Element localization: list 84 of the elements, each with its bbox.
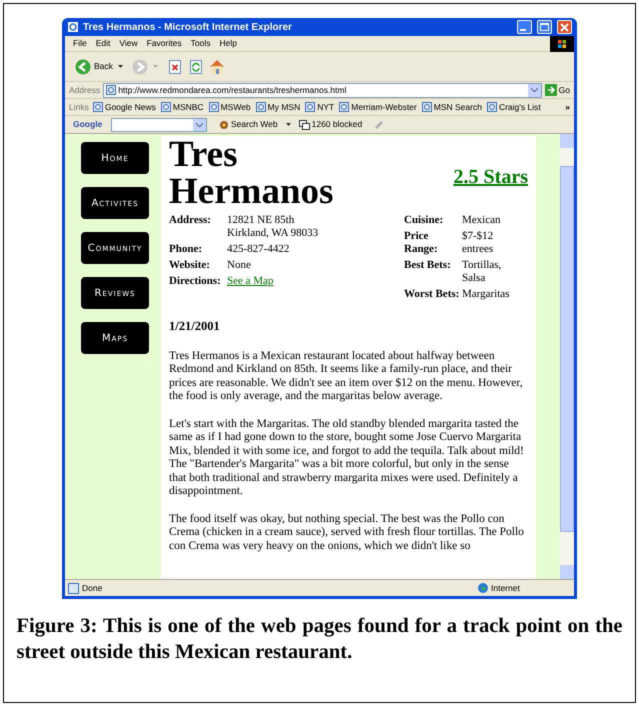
rating-link[interactable]: 2.5 Stars — [454, 162, 528, 192]
detail-value: 425-827-4422 — [227, 243, 290, 255]
address-field[interactable]: http://www.redmondarea.com/restaurants/treshermanos.html — [103, 82, 542, 98]
refresh-button[interactable] — [190, 60, 202, 74]
arrow-icon — [544, 84, 557, 96]
close-button[interactable] — [557, 20, 572, 34]
zone-text: Internet — [491, 582, 521, 594]
nav-button[interactable]: Maps — [81, 322, 149, 354]
popup-blocker-button[interactable]: 1260 blocked — [298, 118, 362, 131]
search-web-button[interactable]: Search Web — [219, 118, 278, 131]
nav-button[interactable]: Activites — [81, 187, 149, 219]
globe-icon — [478, 583, 488, 593]
link-button[interactable]: MSN Search — [422, 100, 482, 114]
caret-icon — [530, 88, 538, 92]
figure-caption: Figure 3: This is one of the web pages found for a track point on the street outside this Mexican restaurant. — [16, 614, 622, 665]
detail-label: Phone: — [169, 243, 202, 255]
nav-button[interactable]: Reviews — [81, 277, 149, 309]
review-paragraph: Tres Hermanos is a Mexican restaurant located about halfway between Redmond and Kirkland on 85th. It seems like a family-run place, and their prices are reasonable. We didn't see an item over $12 on the menu. However, the food is only average, and the margaritas below average. — [169, 350, 524, 404]
link-button[interactable]: MSWeb — [208, 100, 251, 114]
link-button[interactable]: Merriam-Webster — [339, 100, 417, 114]
status-text: Done — [82, 582, 104, 594]
caret-icon[interactable] — [118, 65, 123, 68]
review-paragraph: Let's start with the Margaritas. The old standby blended margarita tasted the same as if I had gone down to the store, bought some Jose Cuervo Margarita Mix, blended it with some ice, and forgot to add the tequila. Talk about mild! The "Bartender's Margarita" was a bit more colorful, but only in the sense that both traditional and strawberry margarita mixes were used. Definitely a disappointment. — [169, 418, 524, 499]
page-icon — [305, 102, 316, 112]
nav-button[interactable]: Home — [81, 142, 149, 174]
detail-label: Website: — [169, 259, 210, 271]
page-icon — [339, 102, 350, 112]
window-title: Tres Hermanos - Microsoft Internet Explorer — [83, 20, 293, 34]
detail-value: 12821 NE 85th Kirkland, WA 98033 — [227, 214, 318, 239]
detail-value: $7-$12 entrees — [462, 230, 494, 255]
caret-icon — [196, 122, 203, 126]
detail-label: Price Range: — [404, 230, 438, 255]
page-icon — [160, 102, 171, 112]
browser-logo-icon — [67, 21, 79, 33]
address-label: Address — [69, 84, 100, 96]
restaurant-title: Tres Hermanos — [169, 136, 334, 210]
page-icon — [486, 102, 497, 112]
link-button[interactable]: Google News — [92, 100, 156, 114]
dropdown-button[interactable] — [193, 118, 206, 130]
link-button[interactable]: MSNBC — [160, 100, 204, 114]
page-icon — [422, 102, 432, 112]
binoculars-icon — [219, 120, 229, 130]
windows-logo-icon — [550, 36, 574, 52]
link-button[interactable]: NYT — [305, 100, 334, 114]
page-icon — [208, 102, 219, 112]
nav-button[interactable]: Community — [81, 232, 149, 264]
detail-label: Address: — [169, 214, 211, 226]
detail-label: Worst Bets: — [404, 288, 460, 300]
detail-value: Margaritas — [462, 288, 510, 300]
menu-item[interactable]: View — [119, 37, 138, 50]
link-button[interactable]: My MSN — [256, 100, 300, 114]
google-logo[interactable]: Google — [73, 118, 107, 131]
map-link[interactable]: See a Map — [227, 275, 274, 287]
menu-item[interactable]: Tools — [190, 37, 210, 50]
link-button[interactable]: Craig's List — [486, 100, 541, 114]
links-label: Links — [69, 100, 89, 114]
review-paragraph: The food itself was okay, but nothing special. The best was the Pollo con Crema (chicken in a cream sauce), served with fresh flour tortillas. The Pollo con Crema was very heavy on the onions, which we didn't like so — [169, 512, 524, 554]
page-icon — [106, 85, 116, 95]
scrollbar[interactable] — [560, 134, 574, 579]
page-icon — [92, 102, 103, 112]
page-icon — [256, 102, 266, 112]
home-button[interactable] — [208, 59, 225, 74]
more-links-button[interactable]: » — [565, 100, 570, 114]
menu-item[interactable]: Favorites — [146, 37, 182, 50]
menu-item[interactable]: Help — [219, 37, 237, 50]
review-date: 1/21/2001 — [169, 318, 221, 335]
search-field[interactable] — [111, 118, 207, 132]
windows-stack-icon — [298, 120, 310, 130]
menu-item[interactable]: Edit — [96, 37, 110, 50]
maximize-button[interactable] — [537, 20, 552, 34]
detail-label: Best Bets: — [404, 259, 451, 271]
caret-icon[interactable] — [286, 123, 291, 126]
detail-value: Tortillas, Salsa — [462, 259, 502, 284]
back-button[interactable]: Back — [75, 58, 113, 74]
menu-item[interactable]: File — [73, 37, 87, 50]
stop-button[interactable] — [168, 60, 181, 74]
detail-value: Mexican — [462, 214, 500, 226]
minimize-button[interactable] — [517, 20, 532, 34]
detail-label: Directions: — [169, 275, 221, 287]
detail-value: None — [227, 259, 251, 271]
detail-label: Cuisine: — [404, 214, 444, 226]
page-icon — [68, 582, 79, 594]
dropdown-button[interactable] — [528, 84, 541, 96]
go-button[interactable]: Go — [544, 84, 570, 96]
